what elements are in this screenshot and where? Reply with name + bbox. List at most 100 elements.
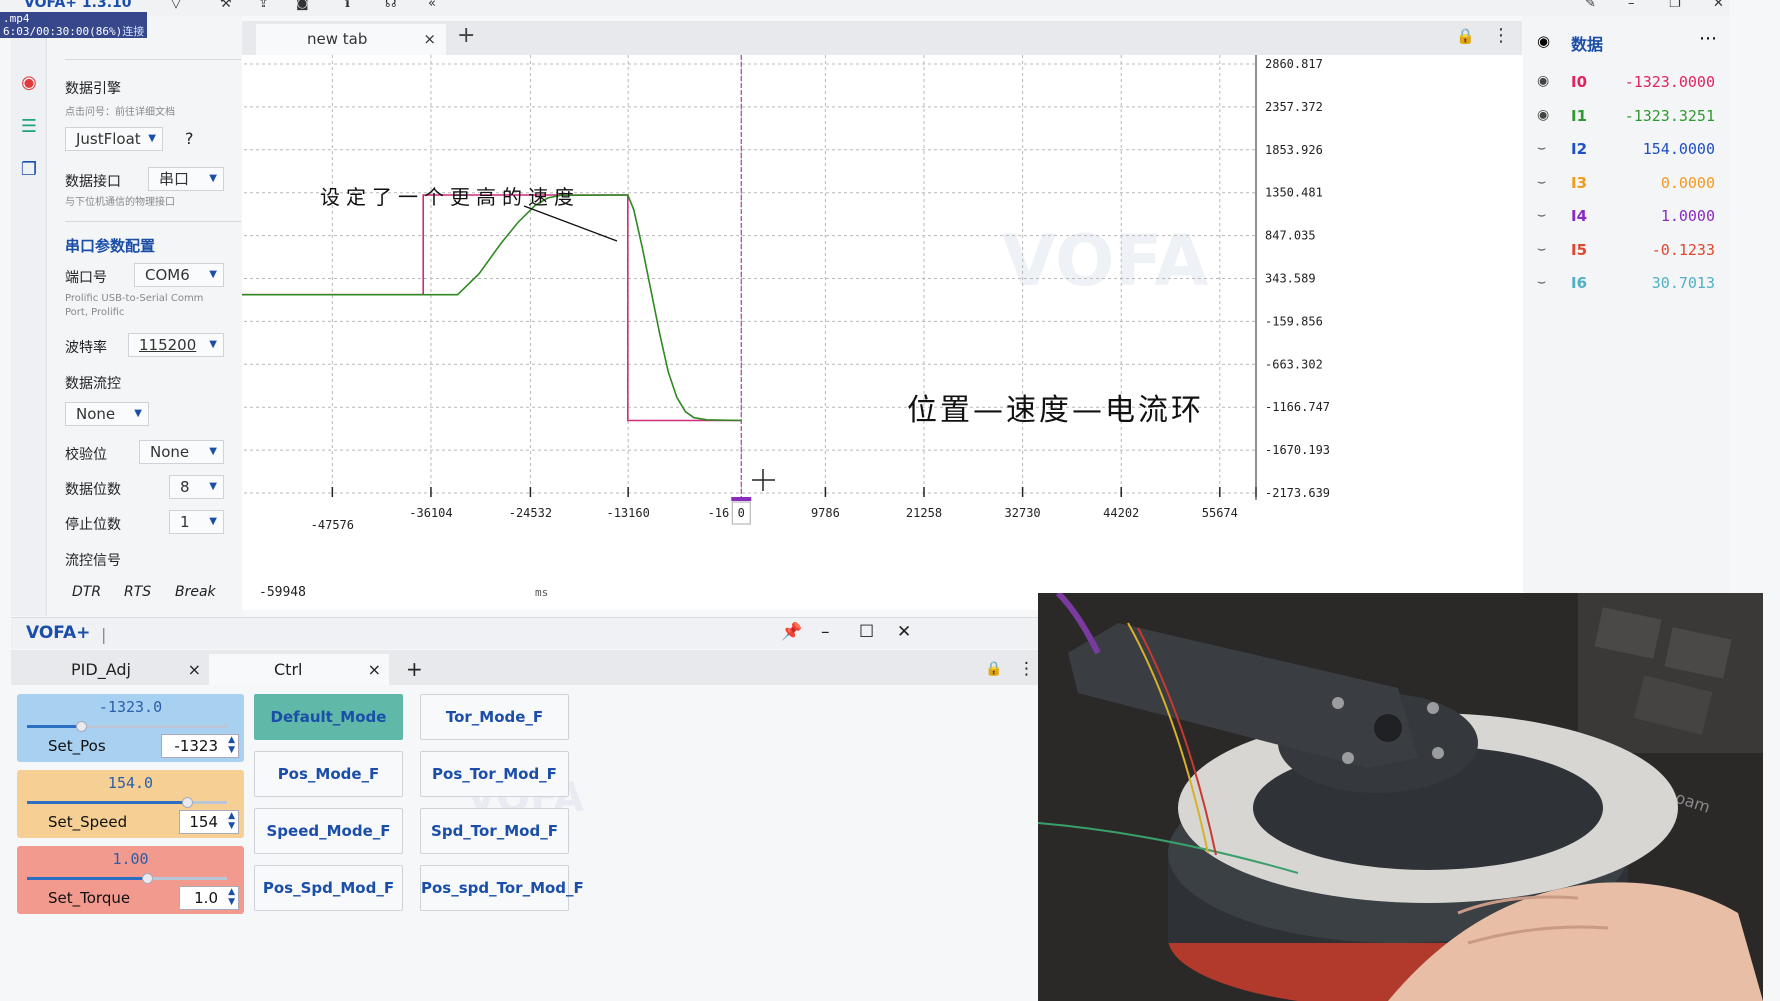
interface-select[interactable]: 串口 ▼: [148, 167, 224, 191]
maximize-icon[interactable]: ☐: [859, 622, 874, 642]
slider-knob[interactable]: [182, 797, 193, 808]
engine-value: JustFloat: [76, 130, 141, 148]
mode-button-speed-mode-f[interactable]: Speed_Mode_F: [254, 808, 403, 854]
databits-select[interactable]: 8 ▼: [169, 475, 224, 499]
slider-fill: [27, 877, 147, 880]
spin-arrows-icon[interactable]: ▲ ▼: [228, 811, 235, 831]
close-icon[interactable]: ×: [368, 654, 381, 685]
wrench-icon[interactable]: ⚒: [220, 0, 232, 11]
more-icon[interactable]: ⋯: [1699, 28, 1717, 49]
record-icon[interactable]: ◉: [18, 72, 40, 94]
channel-row-i0[interactable]: ◉ I0 -1323.0000: [1523, 65, 1730, 99]
eye-icon[interactable]: ◉: [1537, 32, 1550, 50]
baud-select[interactable]: 115200 ▼: [128, 333, 224, 357]
y-tick-label: -2173.639: [1265, 486, 1330, 500]
maximize-icon[interactable]: ❐: [1669, 0, 1681, 11]
add-tab-icon[interactable]: +: [457, 23, 475, 48]
close-icon[interactable]: ✕: [897, 622, 911, 642]
eye-closed-icon[interactable]: ⌣: [1537, 274, 1546, 290]
collapse-icon[interactable]: «: [428, 0, 436, 11]
mode-button-pos-mode-f[interactable]: Pos_Mode_F: [254, 751, 403, 797]
spin-arrows-icon[interactable]: ▲ ▼: [228, 887, 235, 907]
screenshot-icon[interactable]: ◙: [296, 0, 309, 11]
divider: [65, 59, 241, 60]
y-tick-label: 2860.817: [1265, 57, 1323, 71]
windows-icon[interactable]: ❐: [18, 159, 40, 181]
spinbox-value: 154: [189, 813, 218, 831]
port-hint-1: Prolific USB-to-Serial Comm: [65, 293, 204, 304]
cursor-handle[interactable]: [731, 497, 752, 501]
port-select[interactable]: COM6 ▼: [134, 263, 224, 287]
video-progress-overlay: .mp4 6:03/00:30:00(86%)连接: [0, 12, 148, 38]
slider-track[interactable]: [27, 721, 227, 732]
tab-new-tab[interactable]: new tab ×: [256, 24, 446, 55]
tab-pid-adj[interactable]: PID_Adj ×: [19, 654, 209, 685]
eye-closed-icon[interactable]: ⌣: [1537, 140, 1546, 156]
chevron-down-icon: ▼: [209, 173, 217, 184]
pin-icon[interactable]: 📌: [781, 622, 802, 642]
channel-row-i2[interactable]: ⌣ I2 154.0000: [1523, 132, 1730, 166]
stopbits-select[interactable]: 1 ▼: [169, 510, 224, 534]
break-toggle[interactable]: Break: [175, 584, 216, 600]
mode-button-tor-mode-f[interactable]: Tor_Mode_F: [420, 694, 569, 740]
close-icon[interactable]: ✕: [1713, 0, 1724, 11]
engine-hint: 点击问号：前往详细文档: [65, 107, 175, 118]
eye-open-icon[interactable]: ◉: [1537, 107, 1549, 123]
help-button[interactable]: ?: [185, 129, 194, 148]
channel-row-i5[interactable]: ⌣ I5 -0.1233: [1523, 233, 1730, 267]
channel-row-i3[interactable]: ⌣ I3 0.0000: [1523, 166, 1730, 200]
close-icon[interactable]: ×: [423, 24, 436, 55]
lock-icon[interactable]: 🔒: [985, 654, 1002, 685]
data-panel-title: 数据: [1571, 35, 1604, 54]
waveform-plot[interactable]: VOFA 2860.817 2357.372 1853.926 1350.481 847…: [242, 55, 1523, 610]
minimize-icon[interactable]: –: [1628, 0, 1635, 11]
rts-toggle[interactable]: RTS: [124, 584, 151, 600]
lock-icon[interactable]: 🔒: [1456, 27, 1475, 45]
mode-button-pos-spd-tor-mod-f[interactable]: Pos_spd_Tor_Mod_F: [420, 865, 584, 911]
tab-ctrl[interactable]: Ctrl ×: [209, 654, 389, 685]
add-tab-icon[interactable]: +: [406, 654, 423, 685]
channel-row-i1[interactable]: ◉ I1 -1323.3251: [1523, 99, 1730, 133]
close-icon[interactable]: ×: [188, 654, 201, 685]
list-icon[interactable]: ☰: [18, 116, 40, 138]
mode-button-pos-tor-mod-f[interactable]: Pos_Tor_Mod_F: [420, 751, 569, 797]
eye-closed-icon[interactable]: ⌣: [1537, 207, 1546, 223]
x-tick-label: 21258: [906, 506, 942, 520]
dtr-toggle[interactable]: DTR: [72, 584, 101, 600]
slider-spinbox[interactable]: -1323 ▲ ▼: [161, 734, 239, 758]
engine-select[interactable]: JustFloat ▼: [65, 127, 163, 151]
parity-label: 校验位: [65, 447, 107, 463]
pin-icon[interactable]: ✎: [1585, 0, 1596, 11]
parity-select[interactable]: None ▼: [139, 440, 224, 464]
mode-button-spd-tor-mod-f[interactable]: Spd_Tor_Mod_F: [420, 808, 569, 854]
slider-knob[interactable]: [76, 721, 87, 732]
eye-closed-icon[interactable]: ⌣: [1537, 241, 1546, 257]
more-icon[interactable]: ⋮: [1018, 654, 1035, 685]
export-icon[interactable]: ⇪: [258, 0, 269, 11]
annotation-loop-mode: 位置—速度—电流环: [907, 393, 1204, 428]
flow-select[interactable]: None ▼: [65, 402, 149, 426]
mode-button-default-mode[interactable]: Default_Mode: [254, 694, 403, 740]
y-tick-label: 1350.481: [1265, 186, 1323, 200]
left-icon-strip: ◉ ☰ ❐: [11, 16, 47, 616]
spin-arrows-icon[interactable]: ▲ ▼: [228, 735, 235, 755]
channel-row-i6[interactable]: ⌣ I6 30.7013: [1523, 266, 1730, 300]
eye-open-icon[interactable]: ◉: [1537, 73, 1549, 89]
info-icon[interactable]: ℹ: [345, 0, 350, 11]
filter-icon[interactable]: ▽: [171, 0, 181, 11]
connect-label[interactable]: 连接: [122, 25, 144, 38]
mode-button-pos-spd-mod-f[interactable]: Pos_Spd_Mod_F: [254, 865, 403, 911]
data-channel-panel: ◉ 数据 ⋯ ◉ I0 -1323.0000 ◉ I1 -1323.3251 ⌣ I2 154.…: [1523, 16, 1730, 609]
slider-track[interactable]: [27, 797, 227, 808]
minimize-icon[interactable]: –: [821, 622, 830, 642]
slider-spinbox[interactable]: 154 ▲ ▼: [179, 810, 239, 834]
slider-track[interactable]: [27, 873, 227, 884]
eye-closed-icon[interactable]: ⌣: [1537, 174, 1546, 190]
port-label: 端口号: [65, 270, 107, 286]
slider-spinbox[interactable]: 1.0 ▲ ▼: [179, 886, 239, 910]
slider-fill: [27, 801, 187, 804]
channel-row-i4[interactable]: ⌣ I4 1.0000: [1523, 199, 1730, 233]
slider-knob[interactable]: [142, 873, 153, 884]
more-icon[interactable]: ⋮: [1492, 25, 1510, 46]
fingerprint-icon[interactable]: ☊: [385, 0, 397, 11]
